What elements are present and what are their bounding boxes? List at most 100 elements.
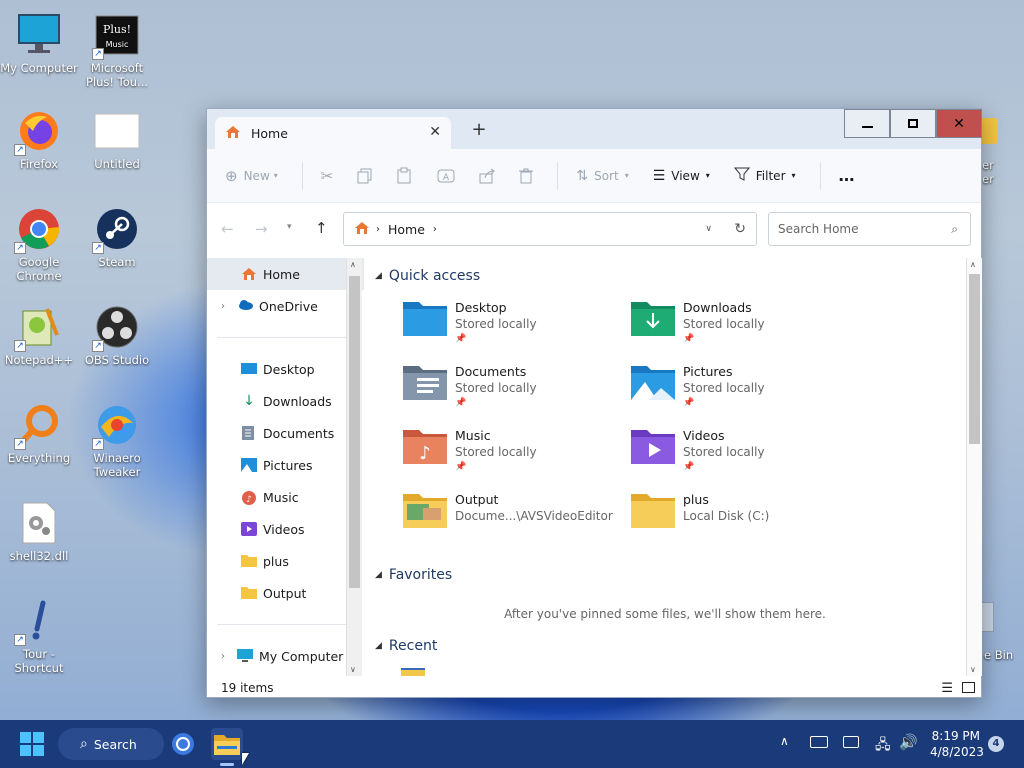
nav-item-downloads[interactable]: ↓ Downloads📌 [207,385,364,417]
copy-button[interactable] [357,168,373,184]
tiles-view-icon[interactable] [962,682,975,693]
folder-icon [241,554,257,568]
nav-item-pictures[interactable]: Pictures📌 [207,449,364,481]
breadcrumb-chevron-icon[interactable]: › [433,224,437,235]
search-input[interactable]: Search Home ⌕ [768,212,971,246]
nav-item-home[interactable]: Home [207,258,364,290]
collapse-icon[interactable]: ◢ [375,271,382,281]
nav-item-my-computer[interactable]: › My Computer [207,640,364,672]
favorites-header[interactable]: ◢ Favorites [375,567,452,583]
refresh-icon[interactable]: ↻ [734,221,746,237]
recent-item-icon[interactable] [401,668,425,676]
desktop-icon-winaero[interactable]: ↗ Winaero Tweaker [78,402,156,479]
quick-access-item-downloads[interactable]: Downloads Stored locally 📌 [631,300,851,346]
monitor-icon [237,649,253,663]
breadcrumb[interactable]: Home [388,222,425,237]
scroll-up-icon[interactable]: ∧ [970,260,976,269]
notification-badge[interactable]: 4 [988,736,1004,752]
taskbar-browser-app[interactable] [167,728,199,760]
desktop-icon-notepad[interactable]: ↗ Notepad++ [0,304,78,367]
start-button[interactable] [16,728,48,760]
content-pane[interactable]: ◢ Quick access Desktop Stored locally 📌 Dow… [365,258,965,676]
quick-access-item-plus[interactable]: plus Local Disk (C:) [631,492,851,530]
desktop-icon-my-computer[interactable]: My Computer [0,12,78,75]
file-explorer-window[interactable]: Home ✕ + ✕ ⊕ New ▾ ✂ A ⇅ Sort ▾ ☰ View ▾ Filte… [206,108,982,698]
quick-access-item-output[interactable]: Output Docume...\AVSVideoEditor [403,492,623,530]
folder-icon [403,492,447,530]
touchpad-icon[interactable] [843,736,859,748]
back-icon[interactable]: ← [221,220,234,238]
view-button[interactable]: ☰ View ▾ [653,168,710,184]
details-view-icon[interactable]: ☰ [941,681,953,696]
desktop-icon-tour[interactable]: ↗ Tour - Shortcut [0,598,78,675]
desktop-icon-untitled[interactable]: Untitled [78,108,156,171]
quick-access-item-pictures[interactable]: Pictures Stored locally 📌 [631,364,851,410]
new-tab-button[interactable]: + [469,119,489,140]
desktop-icon-obs[interactable]: ↗ OBS Studio [78,304,156,367]
nav-item-plus[interactable]: plus [207,545,364,577]
sort-button[interactable]: ⇅ Sort ▾ [576,168,628,184]
expand-chevron-icon[interactable]: › [221,651,225,662]
nav-item-music[interactable]: ♪ Music📌 [207,481,364,513]
new-button[interactable]: ⊕ New ▾ [225,167,278,185]
show-hidden-icons[interactable]: ∧ [780,734,789,748]
collapse-icon[interactable]: ◢ [375,641,382,651]
quick-access-item-videos[interactable]: Videos Stored locally 📌 [631,428,851,474]
delete-button[interactable] [519,168,534,184]
nav-item-output[interactable]: Output [207,577,364,609]
network-icon[interactable]: 🖧 [875,734,891,758]
address-bar[interactable]: › Home › ∨ ↻ [343,212,757,246]
keyboard-icon[interactable] [810,736,828,748]
navigation-pane[interactable]: Home › OneDrive Desktop📌 ↓ Downloads📌 Do… [207,258,364,676]
desktop-icon-shell32[interactable]: shell32.dll [0,500,78,563]
filter-button[interactable]: Filter ▾ [733,167,796,184]
nav-item-documents[interactable]: Documents📌 [207,417,364,449]
nav-item-onedrive[interactable]: › OneDrive [207,290,364,322]
expand-chevron-icon[interactable]: › [221,301,225,312]
desktop-icon-partial-recycle-bin[interactable] [982,602,994,632]
desktop-icon-firefox[interactable]: ↗ Firefox [0,108,78,171]
desktop-icon-partial-folder[interactable] [982,118,998,144]
search-button[interactable]: ⌕ Search [58,728,164,760]
scrollbar-thumb[interactable] [349,276,360,588]
recent-locations-icon[interactable]: ▾ [287,222,292,232]
title-bar[interactable]: Home ✕ + ✕ [207,109,982,149]
minimize-button[interactable] [844,109,890,138]
status-bar: 19 items ☰ [207,678,983,698]
nav-item-desktop[interactable]: Desktop📌 [207,353,364,385]
recent-header[interactable]: ◢ Recent [375,638,437,654]
scroll-up-icon[interactable]: ∧ [350,260,356,269]
desktop-icon-steam[interactable]: ↗ Steam [78,206,156,269]
content-scrollbar[interactable]: ∧ ∨ [966,258,982,676]
collapse-icon[interactable]: ◢ [375,570,382,580]
desktop-icon-chrome[interactable]: ↗ Google Chrome [0,206,78,283]
volume-icon[interactable]: 🔊 [899,733,918,751]
desktop-icon-plus[interactable]: Plus! Music ↗ Microsoft Plus! Tou... [78,12,156,89]
taskbar-file-explorer-app[interactable] [211,728,243,766]
nav-scrollbar[interactable]: ∧ ∨ [346,258,362,676]
scrollbar-thumb[interactable] [969,274,980,444]
share-button[interactable] [479,168,496,184]
scroll-down-icon[interactable]: ∨ [350,665,356,674]
nav-item-videos[interactable]: Videos📌 [207,513,364,545]
breadcrumb-chevron-icon[interactable]: › [376,224,380,235]
rename-button[interactable]: A [437,168,455,184]
up-icon[interactable]: ↑ [315,219,328,237]
paste-button[interactable] [397,167,413,184]
quick-access-item-desktop[interactable]: Desktop Stored locally 📌 [403,300,623,346]
forward-icon[interactable]: → [255,220,268,238]
close-window-button[interactable]: ✕ [936,109,982,138]
more-options-button[interactable]: … [839,166,855,185]
close-tab-icon[interactable]: ✕ [429,124,441,140]
quick-access-item-documents[interactable]: Documents Stored locally 📌 [403,364,623,410]
quick-access-header[interactable]: ◢ Quick access [375,268,480,284]
address-dropdown-icon[interactable]: ∨ [705,224,712,234]
cut-button[interactable]: ✂ [321,167,334,185]
quick-access-item-music[interactable]: ♪ Music Stored locally 📌 [403,428,623,474]
clock[interactable]: 8:19 PM 4/8/2023 [930,728,984,760]
tab-home[interactable]: Home ✕ [215,117,451,149]
maximize-button[interactable] [890,109,936,138]
desktop-icon-everything[interactable]: ↗ Everything [0,402,78,465]
scroll-down-icon[interactable]: ∨ [970,665,976,674]
shortcut-arrow-icon: ↗ [14,144,26,156]
